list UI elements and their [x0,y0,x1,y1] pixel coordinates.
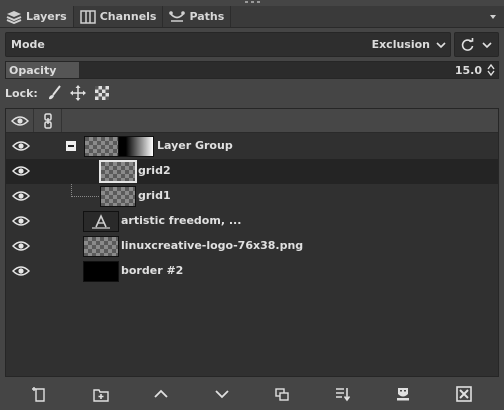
text-layer-icon [92,213,110,229]
visibility-column-header[interactable] [6,109,34,132]
layer-row-grid2[interactable]: grid2 [6,159,498,184]
merge-down-icon [335,388,350,402]
layer-row-layer-group[interactable]: Layer Group [6,134,498,159]
layer-row-linuxcreative-logo[interactable]: linuxcreative-logo-76x38.png [6,234,498,259]
mode-value: Exclusion [371,38,430,51]
layer-thumbnail [100,186,136,207]
opacity-spinner[interactable] [486,64,496,76]
paths-icon [169,10,186,22]
chevron-down-icon [436,41,446,48]
layer-mask-thumbnail [118,136,154,157]
layer-actions-bar [0,381,504,407]
tab-paths[interactable]: Paths [163,6,232,27]
new-group-button[interactable] [87,383,115,405]
layer-name: Layer Group [157,139,233,152]
layer-thumbnail [84,136,120,157]
new-layer-button[interactable] [26,383,54,405]
reset-icon [462,37,474,51]
lower-layer-button[interactable] [208,383,236,405]
mode-label: Mode [11,38,45,51]
eye-icon[interactable] [12,265,30,277]
dock-grip[interactable] [240,0,264,5]
layer-name: grid2 [138,164,171,177]
new-group-icon [93,389,109,402]
layer-row-artistic-freedom[interactable]: artistic freedom, ... [6,209,498,234]
dock-menu-button[interactable] [482,6,504,27]
eye-icon[interactable] [12,190,30,202]
layer-name: grid1 [138,189,171,202]
channels-icon [79,9,96,24]
lock-row: Lock: [5,84,110,102]
mode-select[interactable]: Mode Exclusion [5,32,451,57]
spin-down-icon[interactable] [487,70,495,76]
layer-thumbnail [83,236,119,257]
layer-row-grid1[interactable]: grid1 [6,184,498,209]
raise-layer-icon [154,389,168,398]
paintbrush-icon[interactable] [46,85,62,101]
tab-channels-label: Channels [99,10,157,23]
add-mask-button[interactable] [389,383,417,405]
delete-layer-button[interactable] [450,383,478,405]
eye-icon[interactable] [12,240,30,252]
layer-thumbnail [83,261,119,282]
alpha-checker-icon[interactable] [94,85,110,101]
dock-tab-bar: Layers Channels Paths [0,6,504,28]
layer-row-border-2[interactable]: border #2 [6,259,498,284]
layer-list: Layer Group grid2 grid1 artistic freedom… [5,108,499,377]
layer-name: artistic freedom, ... [121,214,242,227]
tab-paths-label: Paths [189,10,225,23]
eye-icon [10,115,29,126]
tab-channels[interactable]: Channels [74,6,164,27]
add-mask-icon [397,388,410,401]
new-layer-icon [32,387,45,402]
layer-name: border #2 [121,264,184,277]
chain-column-header[interactable] [34,109,62,132]
eye-icon[interactable] [12,140,30,152]
tab-layers[interactable]: Layers [0,6,74,27]
tab-menu-icon [490,14,496,19]
opacity-value: 15.0 [454,63,482,77]
layer-list-header [6,109,498,133]
tab-layers-label: Layers [26,10,67,23]
composite-mode-button[interactable] [454,32,499,57]
merge-down-button[interactable] [329,383,357,405]
move-icon[interactable] [69,85,86,101]
duplicate-layer-button[interactable] [268,383,296,405]
opacity-slider[interactable]: Opacity 15.0 [5,61,499,79]
eye-icon[interactable] [12,215,30,227]
opacity-label: Opacity [9,63,57,77]
mode-row: Mode Exclusion [5,32,499,57]
chain-icon [43,112,52,129]
chevron-down-icon [482,41,492,48]
collapse-toggle[interactable] [66,141,76,151]
lock-label: Lock: [5,86,38,100]
layer-thumbnail [83,211,119,232]
layer-thumbnail [99,160,137,183]
layer-name: linuxcreative-logo-76x38.png [121,239,304,252]
layers-icon [6,10,22,24]
raise-layer-button[interactable] [147,383,175,405]
eye-icon[interactable] [12,165,30,177]
duplicate-layer-icon [275,388,289,401]
lower-layer-icon [215,390,229,399]
delete-layer-icon [455,386,472,402]
